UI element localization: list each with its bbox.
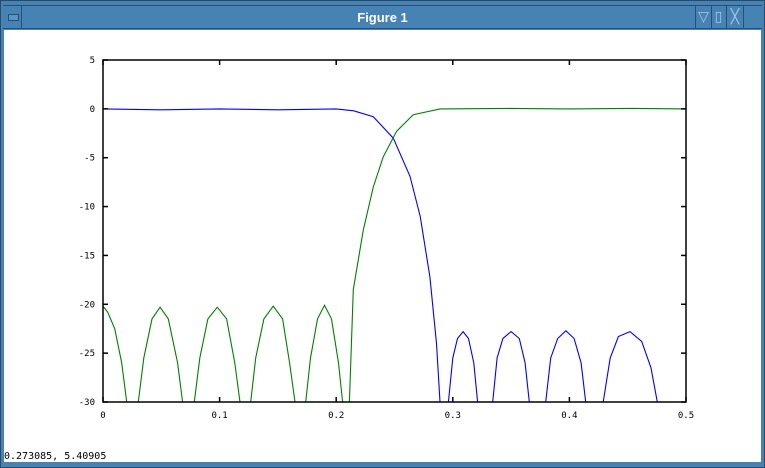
y-tick-label: -20 xyxy=(79,300,95,310)
x-tick-label: 0 xyxy=(100,411,105,421)
y-tick-label: 5 xyxy=(90,56,95,66)
series-line-highpass xyxy=(103,107,686,402)
cursor-coordinates: 0.273085, 5.40905 xyxy=(4,451,107,462)
x-tick-label: 0.2 xyxy=(328,411,344,421)
y-tick-label: -10 xyxy=(79,203,95,213)
y-tick-label: -15 xyxy=(79,251,95,261)
y-tick-label: -30 xyxy=(79,398,95,408)
x-tick-label: 0.4 xyxy=(561,411,577,421)
y-tick-label: 0 xyxy=(90,105,95,115)
plot-area[interactable]: 0 0.1 0.2 0.3 0.4 0.5 5 0 -5 -10 -15 -20 -25 -30 xyxy=(0,0,765,468)
x-tick-label: 0.5 xyxy=(678,411,694,421)
x-tick-label: 0.3 xyxy=(445,411,461,421)
series-line-lowpass xyxy=(103,108,658,402)
axes-box xyxy=(102,59,687,403)
y-tick-label: -5 xyxy=(84,154,95,164)
y-tick-label: -25 xyxy=(79,349,95,359)
x-tick-label: 0.1 xyxy=(211,411,227,421)
